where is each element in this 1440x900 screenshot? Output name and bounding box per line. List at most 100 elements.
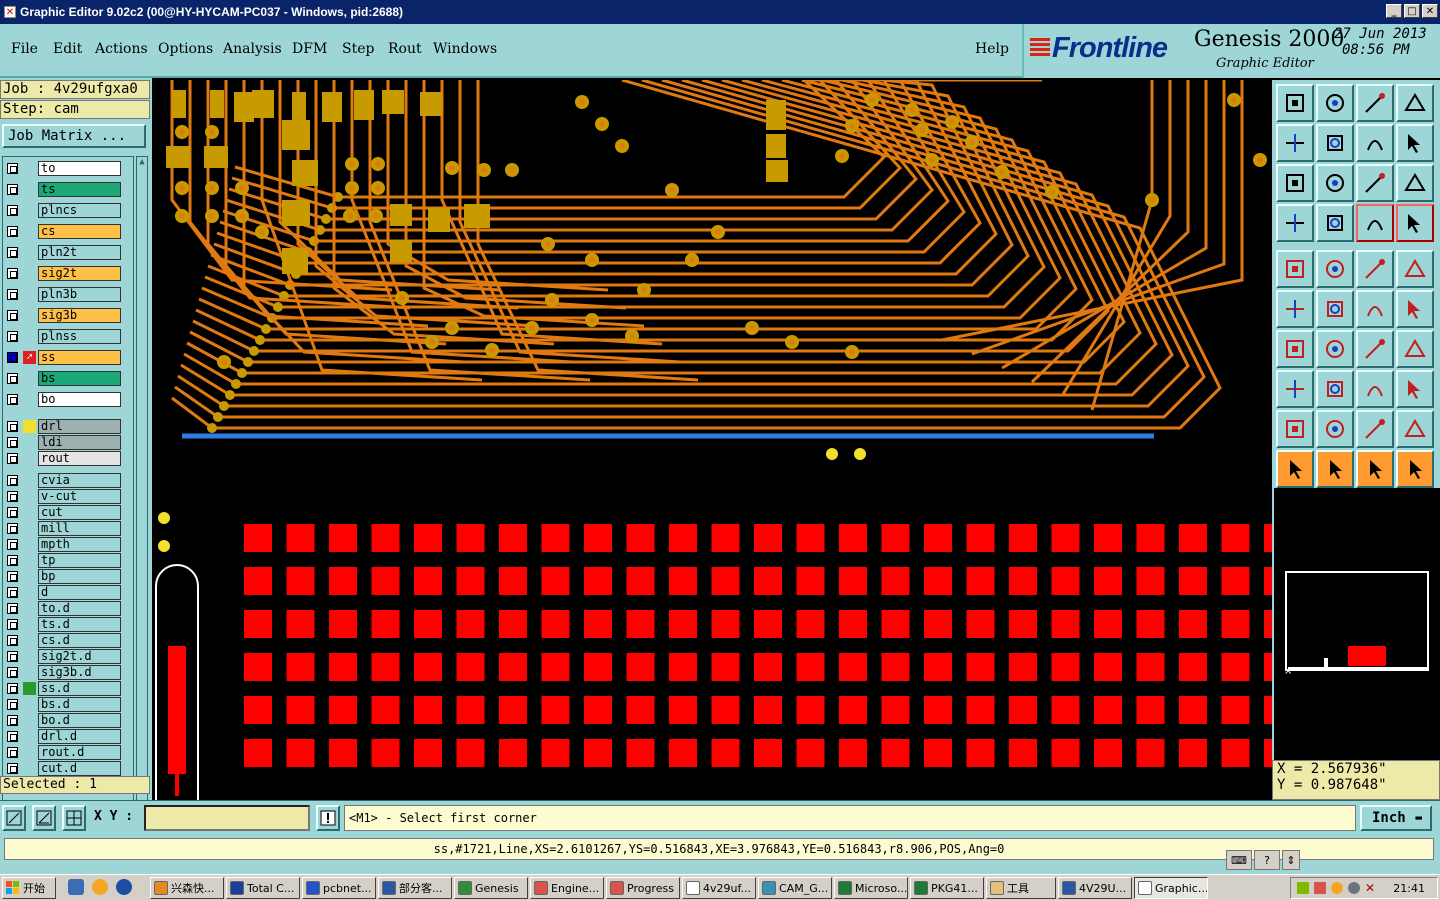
quicklaunch-browser-icon[interactable] — [116, 879, 132, 895]
layer-row-ss-d[interactable]: ss.d — [3, 681, 133, 696]
smd-pad[interactable] — [244, 739, 272, 767]
layer-name[interactable]: mpth — [38, 537, 121, 552]
smt-pad[interactable] — [464, 204, 490, 228]
layer-name[interactable]: bp — [38, 569, 121, 584]
taskbar-button[interactable]: Microso... — [834, 877, 908, 899]
smd-pad[interactable] — [329, 739, 357, 767]
via-pad[interactable] — [321, 214, 331, 224]
taskbar-button[interactable]: PKG41... — [910, 877, 984, 899]
smt-pad[interactable] — [766, 160, 788, 182]
drill-hole[interactable] — [826, 448, 838, 460]
smd-pad[interactable] — [1179, 567, 1207, 595]
via-hole[interactable] — [549, 297, 555, 303]
circle-button[interactable] — [1396, 250, 1434, 288]
layer-row-rout-d[interactable]: rout.d — [3, 745, 133, 760]
smd-pad[interactable] — [711, 567, 740, 595]
smd-pad[interactable] — [924, 567, 952, 595]
smd-pad[interactable] — [1094, 739, 1122, 767]
layer-row-bs[interactable]: bs — [3, 371, 133, 386]
smd-pad[interactable] — [1136, 653, 1165, 681]
smd-pad[interactable] — [1179, 653, 1207, 681]
smd-pad[interactable] — [1136, 739, 1165, 767]
via-pad[interactable] — [243, 357, 253, 367]
via-pad[interactable] — [225, 390, 235, 400]
smd-pad[interactable] — [1221, 653, 1250, 681]
layer-affected-checkbox[interactable] — [7, 163, 18, 174]
smd-pad[interactable] — [881, 653, 910, 681]
via-pad[interactable] — [213, 412, 223, 422]
via-hole[interactable] — [1149, 197, 1155, 203]
layer-row-cs-d[interactable]: cs.d — [3, 633, 133, 648]
via-pad[interactable] — [249, 346, 259, 356]
layer-name[interactable]: rout.d — [38, 745, 121, 760]
smd-pad[interactable] — [499, 739, 527, 767]
smd-pad[interactable] — [1221, 524, 1250, 552]
arc-up-button[interactable] — [1356, 410, 1394, 448]
layer-row-ss[interactable]: ➚ ss — [3, 350, 133, 365]
smd-pad[interactable] — [754, 739, 782, 767]
layer-affected-checkbox[interactable] — [7, 587, 18, 598]
smt-pad[interactable] — [390, 204, 412, 226]
smd-pad[interactable] — [1136, 567, 1165, 595]
smd-pad[interactable] — [584, 739, 612, 767]
layer-name[interactable]: tp — [38, 553, 121, 568]
smd-pad[interactable] — [499, 524, 527, 552]
smd-pad[interactable] — [966, 739, 995, 767]
smd-pad[interactable] — [881, 567, 910, 595]
pan-left-button[interactable] — [1276, 124, 1314, 162]
smd-pad[interactable] — [1094, 696, 1122, 724]
smt-pad[interactable] — [766, 100, 786, 130]
via-hole[interactable] — [1231, 97, 1237, 103]
layer-name[interactable]: sig3b.d — [38, 665, 121, 680]
layer-row-drl-d[interactable]: drl.d — [3, 729, 133, 744]
smd-pad[interactable] — [244, 610, 272, 638]
layer-affected-checkbox[interactable] — [7, 453, 18, 464]
smd-pad[interactable] — [924, 739, 952, 767]
smd-pad[interactable] — [796, 653, 825, 681]
smd-pad[interactable] — [1009, 653, 1037, 681]
smd-pad[interactable] — [584, 610, 612, 638]
via-hole[interactable] — [509, 167, 515, 173]
smd-pad[interactable] — [669, 567, 697, 595]
arc-button[interactable] — [1356, 330, 1394, 368]
smd-pad[interactable] — [1136, 524, 1165, 552]
via-hole[interactable] — [589, 257, 595, 263]
smd-pad[interactable] — [286, 653, 315, 681]
layer-affected-checkbox[interactable] — [7, 555, 18, 566]
layer-row-bs-d[interactable]: bs.d — [3, 697, 133, 712]
zoom-home-button[interactable] — [1276, 84, 1314, 122]
layer-list-scrollbar[interactable]: ▲ ▼ — [136, 156, 148, 850]
layer-affected-checkbox[interactable] — [7, 683, 18, 694]
layer-affected-checkbox[interactable] — [7, 205, 18, 216]
smd-pad[interactable] — [1009, 610, 1037, 638]
slot-pad[interactable] — [168, 646, 186, 774]
smd-pad[interactable] — [1264, 610, 1272, 638]
layer-name[interactable]: plncs — [38, 203, 121, 218]
via-pad[interactable] — [207, 423, 217, 433]
vertex-button[interactable] — [1276, 410, 1314, 448]
smd-pad[interactable] — [1094, 567, 1122, 595]
layer-row-bo-d[interactable]: bo.d — [3, 713, 133, 728]
drill-hole[interactable] — [158, 512, 170, 524]
layer-affected-checkbox[interactable] — [7, 747, 18, 758]
smt-pad[interactable] — [252, 90, 274, 118]
measure-button[interactable] — [1356, 370, 1394, 408]
smd-pad[interactable] — [371, 610, 400, 638]
smt-pad[interactable] — [282, 200, 310, 226]
smd-pad[interactable] — [371, 567, 400, 595]
layer-row-to[interactable]: to — [3, 161, 133, 176]
smd-pad[interactable] — [1094, 610, 1122, 638]
tray-gear-icon[interactable] — [1348, 882, 1360, 894]
smt-pad[interactable] — [390, 240, 412, 262]
smd-pad[interactable] — [1051, 696, 1080, 724]
show-desktop-icon[interactable] — [68, 879, 84, 895]
smd-pad[interactable] — [839, 653, 867, 681]
via-hole[interactable] — [999, 169, 1005, 175]
layer-name[interactable]: ss — [38, 350, 121, 365]
smt-pad[interactable] — [172, 90, 186, 118]
menu-actions[interactable]: Actions — [95, 41, 148, 57]
smd-pad[interactable] — [1221, 567, 1250, 595]
smd-pad[interactable] — [626, 696, 655, 724]
smd-pad[interactable] — [1221, 610, 1250, 638]
close-button[interactable]: ✕ — [1422, 4, 1438, 18]
